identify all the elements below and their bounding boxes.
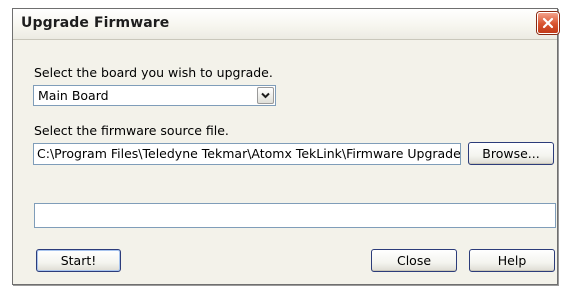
firmware-path-field[interactable]: C:\Program Files\Teledyne Tekmar\Atomx T… xyxy=(33,143,461,165)
window-title: Upgrade Firmware xyxy=(21,15,170,31)
upgrade-firmware-dialog: Upgrade Firmware Select the board you wi… xyxy=(12,8,559,285)
title-bar[interactable]: Upgrade Firmware xyxy=(13,9,559,40)
browse-button[interactable]: Browse... xyxy=(468,142,554,165)
start-button[interactable]: Start! xyxy=(36,249,121,272)
close-icon xyxy=(542,17,554,29)
board-select[interactable]: Main Board xyxy=(33,85,276,106)
chevron-down-icon xyxy=(261,92,270,99)
close-button[interactable]: Close xyxy=(371,249,457,272)
help-button[interactable]: Help xyxy=(469,249,555,272)
window-close-button[interactable] xyxy=(537,12,559,34)
firmware-prompt-label: Select the firmware source file. xyxy=(34,123,229,138)
status-field xyxy=(34,203,556,228)
board-prompt-label: Select the board you wish to upgrade. xyxy=(34,65,273,80)
board-select-dropdown-button[interactable] xyxy=(257,87,274,104)
board-select-value: Main Board xyxy=(38,88,109,103)
firmware-path-value: C:\Program Files\Teledyne Tekmar\Atomx T… xyxy=(37,146,461,161)
